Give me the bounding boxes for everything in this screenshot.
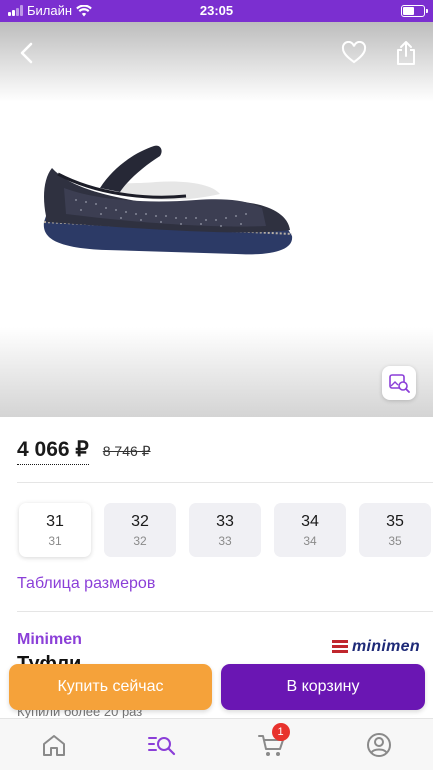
old-price: 8 746 ₽ (102, 443, 151, 459)
visual-search-button[interactable] (382, 366, 416, 400)
battery-fill (403, 7, 415, 15)
favorite-button[interactable] (337, 36, 371, 70)
share-icon (397, 41, 415, 65)
size-option-34[interactable]: 34 34 (274, 503, 346, 557)
size-label: 32 (131, 512, 149, 530)
tab-profile[interactable] (325, 719, 433, 770)
size-table-link[interactable]: Таблица размеров (17, 575, 155, 593)
status-bar: Билайн 23:05 (0, 0, 433, 22)
size-option-32[interactable]: 32 32 (104, 503, 176, 557)
divider (17, 611, 433, 612)
share-button[interactable] (389, 36, 423, 70)
size-option-31[interactable]: 31 31 (19, 503, 91, 557)
back-button[interactable] (10, 36, 44, 70)
catalog-search-icon (148, 736, 176, 755)
battery-icon (401, 5, 428, 17)
home-icon (43, 734, 66, 756)
price-row: 4 066 ₽ 8 746 ₽ (17, 437, 151, 465)
chevron-left-icon (20, 42, 33, 64)
product-image (43, 145, 293, 255)
brand-logo-mark (332, 640, 348, 654)
size-label: 34 (301, 512, 319, 530)
add-to-cart-button[interactable]: В корзину (221, 664, 425, 710)
image-search-icon (389, 374, 410, 393)
buy-now-button[interactable]: Купить сейчас (9, 664, 212, 710)
product-gallery[interactable] (0, 22, 433, 417)
tab-bar: 1 (0, 718, 433, 770)
divider (17, 482, 433, 483)
size-sublabel: 31 (48, 533, 62, 548)
size-sublabel: 32 (133, 533, 147, 548)
size-label: 31 (46, 512, 64, 530)
size-label: 33 (216, 512, 234, 530)
size-selector: 31 31 32 32 33 33 34 34 35 35 (19, 503, 431, 557)
bottom-gradient (0, 327, 433, 417)
size-label: 35 (386, 512, 404, 530)
cart-badge: 1 (271, 723, 290, 741)
brand-logo[interactable]: minimen (332, 638, 420, 656)
heart-icon (341, 41, 367, 64)
size-sublabel: 34 (303, 533, 317, 548)
profile-icon (366, 732, 391, 757)
current-price[interactable]: 4 066 ₽ (17, 437, 89, 465)
size-sublabel: 33 (218, 533, 232, 548)
brand-link[interactable]: Minimen (17, 631, 82, 649)
size-option-33[interactable]: 33 33 (189, 503, 261, 557)
tab-home[interactable] (0, 719, 108, 770)
size-option-35[interactable]: 35 35 (359, 503, 431, 557)
tab-catalog[interactable] (108, 719, 216, 770)
brand-logo-text: minimen (352, 638, 420, 655)
tab-cart[interactable]: 1 (217, 719, 325, 770)
size-sublabel: 35 (388, 533, 402, 548)
status-time: 23:05 (199, 3, 234, 18)
